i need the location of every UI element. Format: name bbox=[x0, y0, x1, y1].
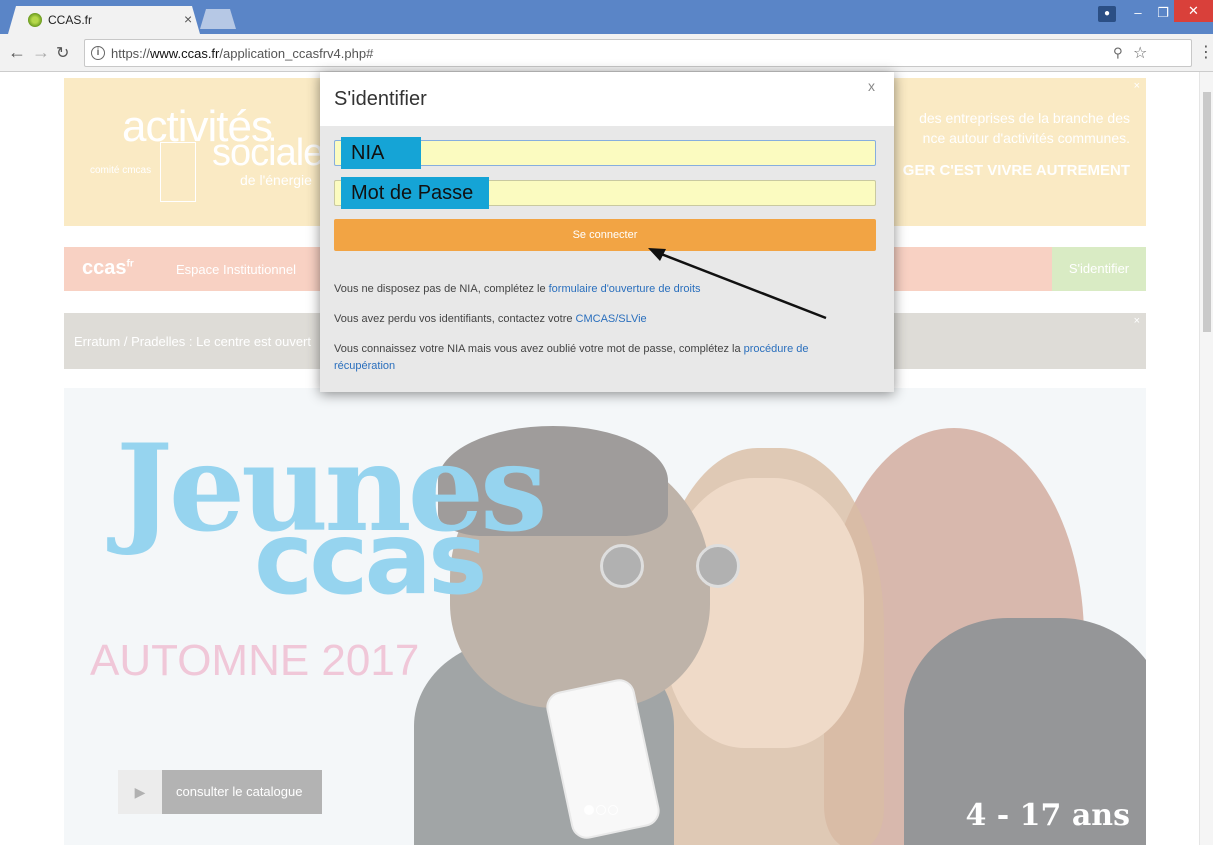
modal-close-icon[interactable]: x bbox=[868, 78, 875, 94]
password-label: Mot de Passe bbox=[341, 177, 489, 209]
scrollbar-thumb[interactable] bbox=[1203, 92, 1211, 332]
key-icon[interactable]: ⚲ bbox=[1113, 45, 1123, 61]
back-arrow-icon[interactable]: ← bbox=[8, 42, 26, 63]
ccas-favicon-icon bbox=[28, 13, 42, 27]
modal-header: S'identifier x bbox=[320, 72, 894, 126]
nia-label: NIA bbox=[341, 137, 421, 169]
menu-dots-icon[interactable]: ⋮ bbox=[1198, 42, 1213, 62]
open-rights-form-link[interactable]: formulaire d'ouverture de droits bbox=[549, 283, 701, 295]
cmcas-slvie-link[interactable]: CMCAS/SLVie bbox=[576, 313, 647, 325]
address-bar[interactable]: i https://www.ccas.fr/application_ccasfr… bbox=[84, 39, 1192, 67]
help-line-lost-credentials: Vous avez perdu vos identifiants, contac… bbox=[334, 313, 647, 325]
window-close-icon[interactable]: ✕ bbox=[1174, 0, 1213, 22]
new-tab-button[interactable] bbox=[200, 9, 236, 29]
nia-input[interactable]: NIA bbox=[334, 137, 876, 169]
browser-titlebar: CCAS.fr × ● – ❐ ✕ bbox=[0, 0, 1213, 34]
page-scrollbar[interactable] bbox=[1199, 72, 1213, 845]
forward-arrow-icon[interactable]: → bbox=[32, 42, 50, 63]
login-modal: S'identifier x NIA Mot de Passe Se conne… bbox=[320, 72, 894, 392]
info-icon[interactable]: i bbox=[91, 46, 105, 60]
minimize-icon[interactable]: – bbox=[1126, 4, 1150, 22]
help-line-forgot-password: Vous connaissez votre NIA mais vous avez… bbox=[334, 343, 809, 372]
reload-icon[interactable]: ↻ bbox=[56, 43, 69, 63]
url-text[interactable]: https://www.ccas.fr/application_ccasfrv4… bbox=[111, 46, 373, 61]
modal-body: NIA Mot de Passe Se connecter Vous ne di… bbox=[320, 126, 894, 392]
bookmark-star-icon[interactable]: ☆ bbox=[1133, 43, 1147, 63]
help-line-no-nia: Vous ne disposez pas de NIA, complétez l… bbox=[334, 283, 701, 295]
login-submit-button[interactable]: Se connecter bbox=[334, 219, 876, 251]
tab-close-icon[interactable]: × bbox=[184, 11, 192, 27]
user-profile-icon[interactable]: ● bbox=[1098, 6, 1116, 22]
tab-title: CCAS.fr bbox=[48, 13, 93, 27]
modal-title: S'identifier bbox=[334, 88, 427, 110]
browser-toolbar: ← → ↻ i https://www.ccas.fr/application_… bbox=[0, 34, 1213, 72]
maximize-icon[interactable]: ❐ bbox=[1151, 4, 1175, 22]
password-input[interactable]: Mot de Passe bbox=[334, 177, 876, 209]
browser-tab-active[interactable]: CCAS.fr × bbox=[8, 6, 200, 34]
